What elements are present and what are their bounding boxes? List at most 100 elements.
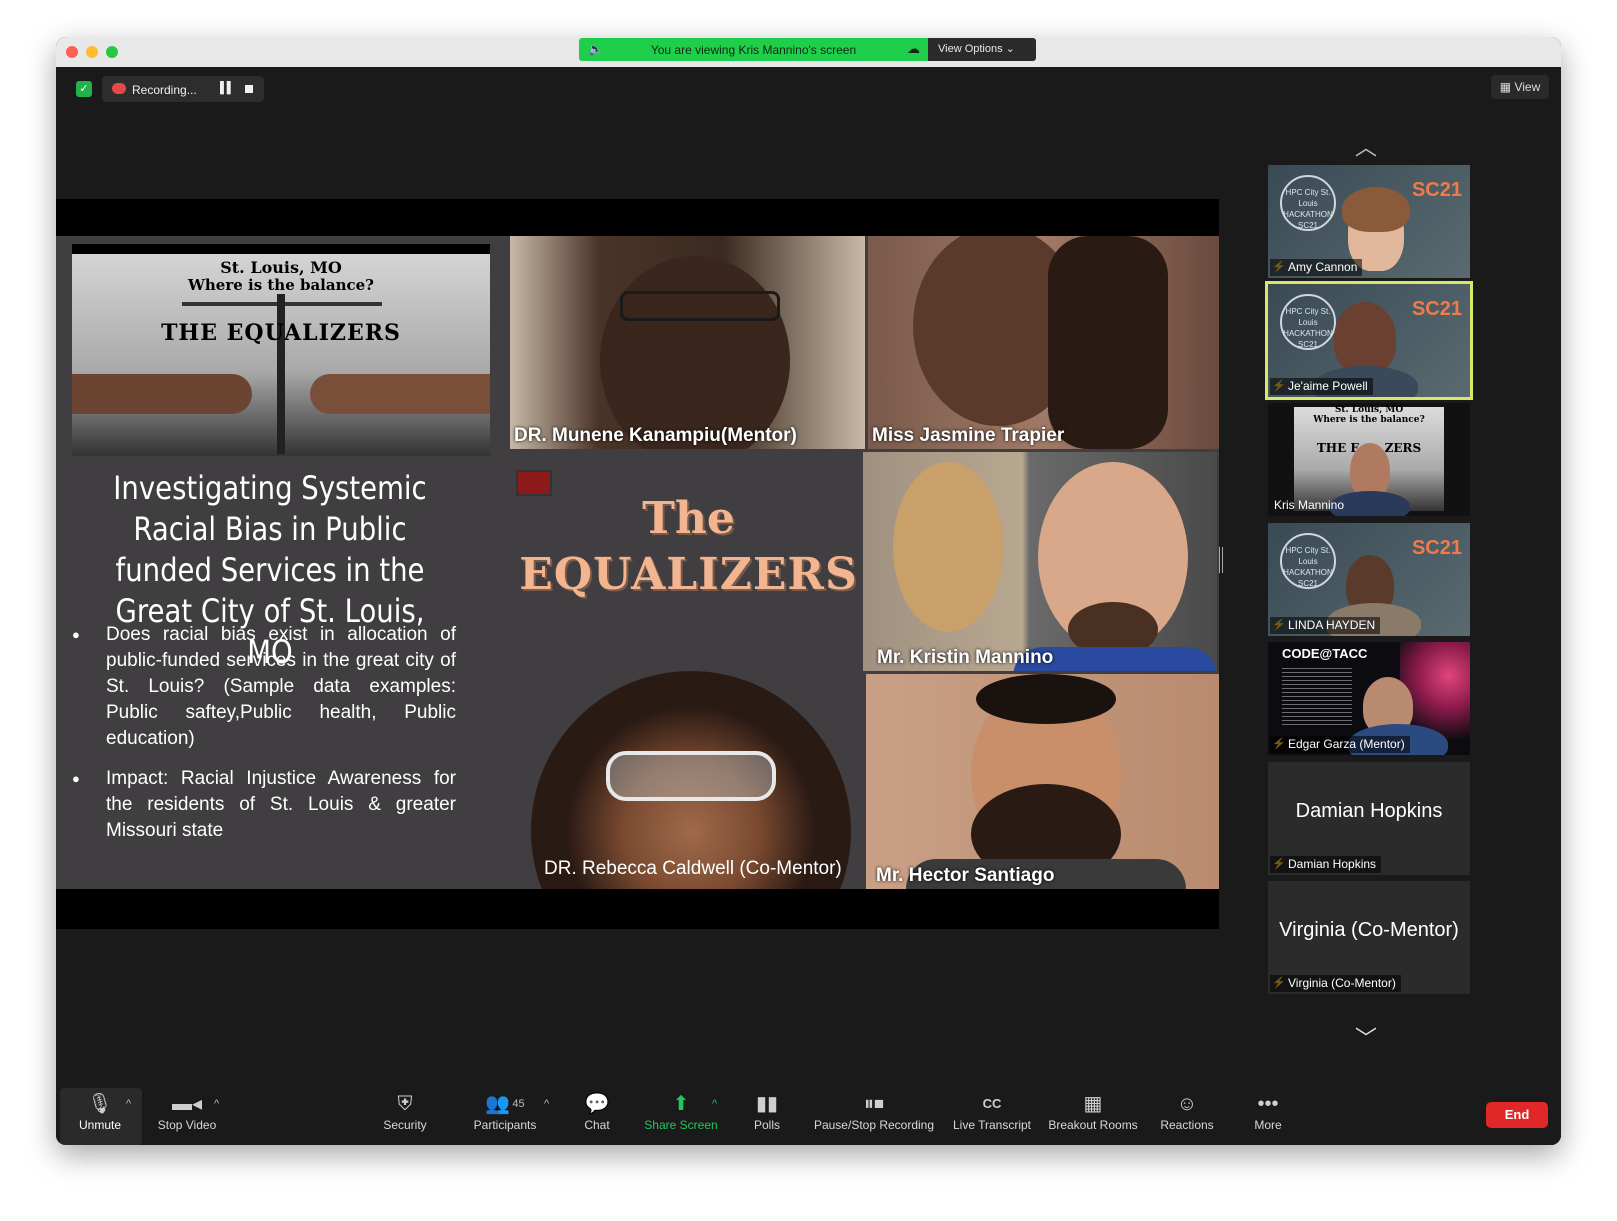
participant-tile[interactable]: HPC City St. Louis HACKATHON SC21 SC21 ⚡…: [1268, 165, 1470, 278]
scroll-up-arrow-icon[interactable]: ︿: [1354, 130, 1378, 160]
participant-tile[interactable]: Damian Hopkins ⚡ Damian Hopkins: [1268, 762, 1470, 875]
participant-tile[interactable]: HPC City St. Louis HACKATHON SC21 SC21 ⚡…: [1268, 523, 1470, 636]
center-title-line-1: The: [642, 493, 735, 544]
participant-name: Kris Mannino: [1274, 498, 1345, 512]
hpc-hackathon-logo: HPC City St. Louis HACKATHON SC21: [1280, 175, 1336, 231]
tile-caption: Miss Jasmine Trapier: [872, 425, 1065, 446]
muted-microphone-icon: 🎙: [87, 1093, 113, 1115]
resize-splitter[interactable]: [1219, 547, 1223, 573]
polls-button[interactable]: ▮▮ Polls: [744, 1088, 790, 1145]
sc21-logo: SC21: [1411, 179, 1462, 201]
glasses: [620, 291, 780, 321]
reactions-button[interactable]: ☺ Reactions: [1156, 1088, 1218, 1145]
participant-name: Amy Cannon: [1270, 259, 1363, 276]
participant-name: Je'aime Powell: [1270, 378, 1373, 395]
view-label: View: [1514, 80, 1541, 94]
breakout-grid-icon: ▦: [1083, 1093, 1103, 1115]
live-transcript-label: Live Transcript: [952, 1118, 1032, 1132]
view-button[interactable]: ▦ View: [1491, 75, 1549, 99]
security-label: Security: [383, 1118, 427, 1132]
chat-label: Chat: [584, 1118, 610, 1132]
participants-label: Participants: [473, 1118, 537, 1132]
pause-stop-recording-label: Pause/Stop Recording: [813, 1118, 935, 1132]
chat-button[interactable]: 💬 Chat: [574, 1088, 620, 1145]
participant-tile[interactable]: St. Louis, MO Where is the balance? THE …: [1268, 403, 1470, 516]
slide-banner-image: St. Louis, MO Where is the balance? THE …: [72, 244, 490, 456]
scroll-down-arrow-icon[interactable]: ﹀: [1354, 1021, 1378, 1051]
sc21-logo: SC21: [1411, 537, 1462, 559]
participant-display-name: Damian Hopkins: [1295, 800, 1443, 822]
end-meeting-button[interactable]: End: [1486, 1102, 1548, 1128]
thumb-line-1: St. Louis, MO: [1334, 405, 1404, 415]
portrait-hair: [976, 674, 1116, 724]
minimize-window-button[interactable]: [86, 46, 98, 58]
portrait-hair: [1048, 236, 1168, 449]
participant-hair: [1342, 187, 1410, 232]
thumb-line-2: Where is the balance?: [1313, 415, 1425, 425]
share-screen-button[interactable]: ⬆ Share Screen: [642, 1088, 720, 1145]
audio-options-chevron-icon[interactable]: ^: [126, 1098, 131, 1110]
hpc-hackathon-logo: HPC City St. Louis HACKATHON SC21: [1280, 294, 1336, 350]
maximize-window-button[interactable]: [106, 46, 118, 58]
close-window-button[interactable]: [66, 46, 78, 58]
security-button[interactable]: ⛨ Security: [374, 1088, 436, 1145]
bullet-item: Does racial bias exist in allocation of …: [70, 622, 456, 752]
tile-caption: Mr. Hector Santiago: [876, 865, 1055, 886]
participant-tile-active[interactable]: HPC City St. Louis HACKATHON SC21 SC21 ⚡…: [1265, 281, 1473, 400]
ellipsis-icon: •••: [1257, 1093, 1279, 1115]
live-transcript-button[interactable]: CC Live Transcript: [948, 1088, 1036, 1145]
tile-caption: DR. Munene Kanampiu(Mentor): [514, 425, 797, 446]
tile-caption-rebecca: DR. Rebecca Caldwell (Co-Mentor): [544, 858, 842, 879]
recording-indicator: Recording... ▌▌: [102, 76, 264, 102]
bullet-item: Impact: Racial Injustice Awareness for t…: [70, 766, 456, 844]
more-label: More: [1254, 1118, 1282, 1132]
chat-bubble-icon: 💬: [584, 1093, 610, 1115]
participant-face: [1334, 302, 1396, 374]
image-top-bar: [72, 244, 490, 254]
video-options-chevron-icon[interactable]: ^: [214, 1098, 219, 1110]
pause-stop-icon: ⏸⏹: [864, 1093, 884, 1115]
participant-name: Damian Hopkins: [1270, 856, 1382, 873]
recording-label: Recording...: [132, 83, 197, 97]
breakout-rooms-label: Breakout Rooms: [1048, 1118, 1138, 1132]
shield-icon: ⛨: [397, 1093, 413, 1115]
dog-image: [893, 462, 1003, 632]
cloud-icon: ☁: [907, 41, 920, 56]
participant-tile[interactable]: CODE@TACC ⚡ Edgar Garza (Mentor): [1268, 642, 1470, 755]
presentation-slide: St. Louis, MO Where is the balance? THE …: [56, 236, 1219, 889]
participant-display-name: Virginia (Co-Mentor): [1279, 919, 1459, 941]
code-tacc-logo: CODE@TACC: [1282, 646, 1368, 661]
participant-name: Virginia (Co-Mentor): [1270, 975, 1401, 992]
unmute-button[interactable]: 🎙 Unmute: [68, 1088, 132, 1145]
breakout-rooms-button[interactable]: ▦ Breakout Rooms: [1046, 1088, 1140, 1145]
more-button[interactable]: ••• More: [1248, 1088, 1288, 1145]
title-bar: 🔈 You are viewing Kris Mannino's screen …: [56, 37, 1561, 67]
right-hands-graphic: [310, 374, 490, 414]
portrait-face: [600, 256, 790, 449]
tile-jasmine: Miss Jasmine Trapier: [868, 236, 1219, 449]
view-options-button[interactable]: View Options ⌄: [928, 38, 1036, 61]
reactions-label: Reactions: [1160, 1118, 1214, 1132]
viewing-screen-banner: 🔈 You are viewing Kris Mannino's screen …: [579, 38, 928, 61]
slide-bullets: Does racial bias exist in allocation of …: [70, 622, 456, 858]
participants-options-chevron-icon[interactable]: ^: [544, 1098, 549, 1110]
stop-recording-button[interactable]: [245, 85, 253, 93]
participant-name: Edgar Garza (Mentor): [1270, 736, 1410, 753]
polls-label: Polls: [753, 1118, 780, 1132]
unmute-label: Unmute: [78, 1118, 122, 1132]
sc21-logo: SC21: [1411, 298, 1462, 320]
pause-stop-recording-button[interactable]: ⏸⏹ Pause/Stop Recording: [812, 1088, 936, 1145]
meeting-toolbar: 🎙 Unmute ^ ▬◂ Stop Video ^ ⛨ Security 👥 4…: [56, 1088, 1561, 1145]
viewing-banner-text: You are viewing Kris Mannino's screen: [650, 43, 857, 57]
participant-name: LINDA HAYDEN: [1270, 617, 1381, 634]
zoom-window: 🔈 You are viewing Kris Mannino's screen …: [56, 37, 1561, 1145]
meeting-area: ✓ Recording... ▌▌ ▦ View St. Louis, MO W…: [56, 67, 1561, 1145]
stop-video-button[interactable]: ▬◂ Stop Video: [150, 1088, 224, 1145]
share-options-chevron-icon[interactable]: ^: [712, 1098, 717, 1110]
participant-tile[interactable]: Virginia (Co-Mentor) ⚡ Virginia (Co-Ment…: [1268, 881, 1470, 994]
smiley-icon: ☺: [1176, 1093, 1198, 1115]
pause-recording-button[interactable]: ▌▌: [220, 82, 235, 94]
participants-count: 45: [512, 1098, 525, 1110]
encryption-shield-icon[interactable]: ✓: [76, 81, 92, 97]
participants-button[interactable]: 👥 45 Participants: [464, 1088, 546, 1145]
